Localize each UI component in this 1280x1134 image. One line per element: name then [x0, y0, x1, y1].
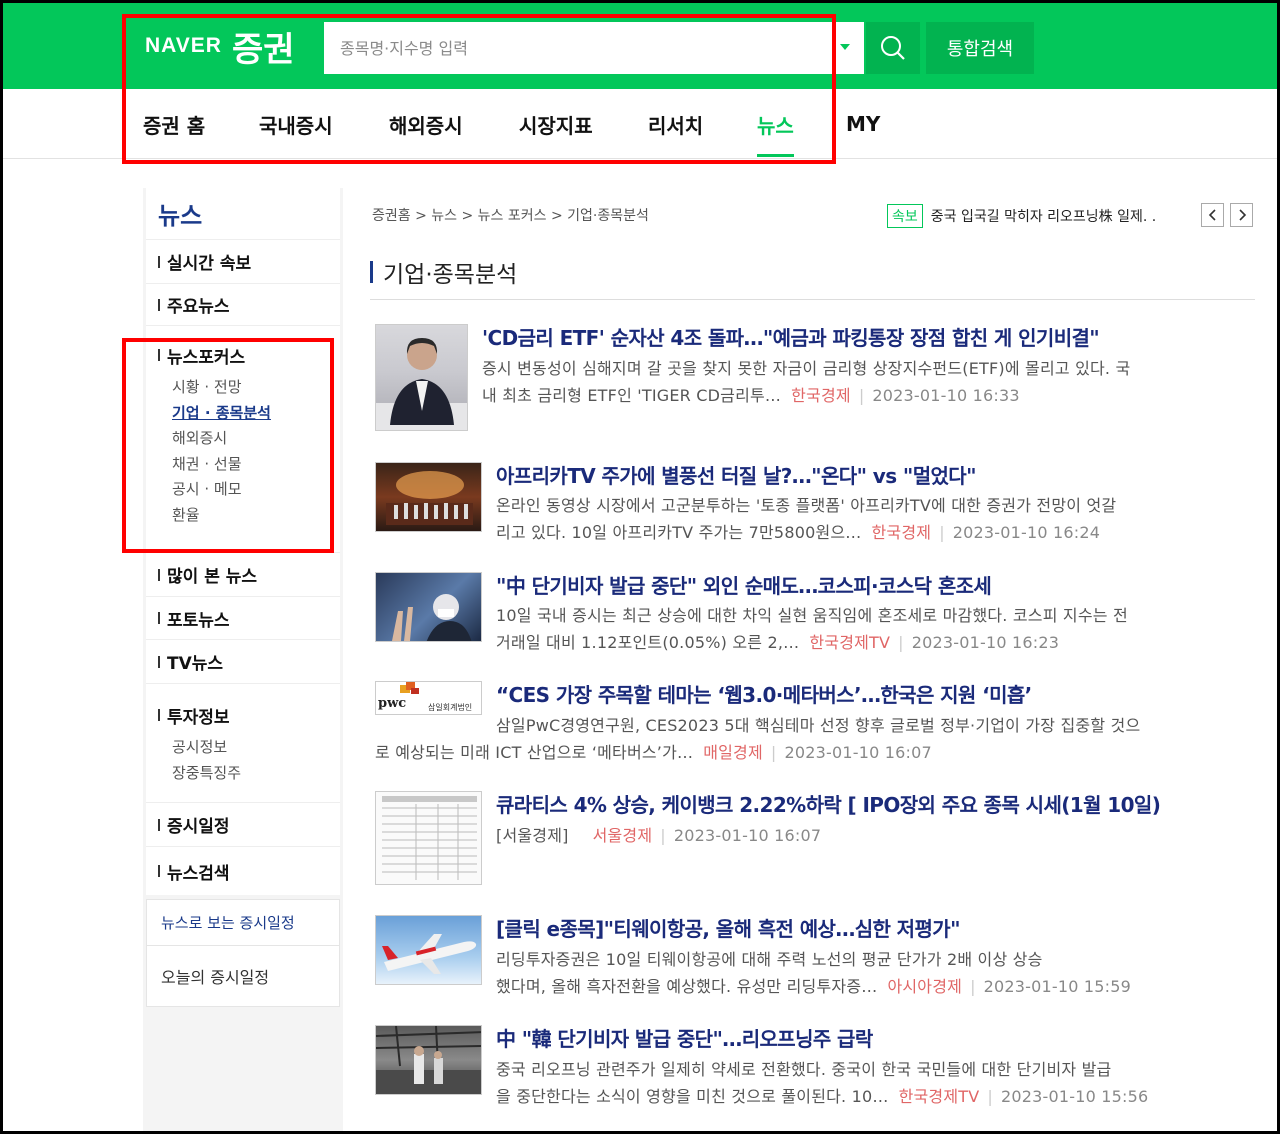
section-title: 기업·종목분석 — [370, 255, 517, 289]
nav-news[interactable]: 뉴스 — [757, 89, 794, 159]
article-summary: 리딩투자증권은 10일 티웨이항공에 대해 주력 노선의 평균 단가가 2배 이… — [496, 946, 1252, 1000]
article-summary-wrap: 로 예상되는 미래 ICT 산업으로 ‘메타버스’가…매일경제|2023-01-… — [375, 739, 1252, 766]
sidebar-item-news-focus[interactable]: 뉴스포커스 — [146, 336, 340, 374]
article-press: 매일경제 — [703, 743, 763, 762]
article-title[interactable]: 큐라티스 4% 상승, 케이뱅크 2.22%하락 [ IPO장외 주요 종목 시… — [496, 789, 1160, 818]
article-summary: 중국 리오프닝 관련주가 일제히 약세로 전환했다. 중국이 한국 국민들에 대… — [496, 1056, 1252, 1110]
article-date: 2023-01-10 15:56 — [1001, 1087, 1148, 1106]
article-thumbnail[interactable] — [375, 1025, 482, 1095]
article-press: 한국경제 — [872, 523, 932, 542]
article-date: 2023-01-10 16:33 — [872, 386, 1019, 405]
naver-stock-logo[interactable]: NAVER 증권 — [145, 24, 295, 68]
main-nav: 증권 홈 국내증시 해외증시 시장지표 리서치 뉴스 MY — [0, 89, 1280, 159]
article-date: 2023-01-10 15:59 — [984, 977, 1131, 996]
article-summary: 증시 변동성이 심해지며 갈 곳을 찾지 못한 자금이 금리형 상장지수펀드(E… — [482, 355, 1252, 409]
pwc-logo-text: pwc — [378, 696, 406, 711]
sidebar-sub-overseas[interactable]: 해외증시 — [146, 425, 340, 451]
article-press: 아시아경제 — [887, 977, 962, 996]
sidebar-item-main-news[interactable]: 주요뉴스 — [146, 284, 340, 326]
logo-service: 증권 — [232, 22, 295, 71]
sidebar-group-invest: 투자정보 공시정보 장중특징주 — [146, 684, 340, 803]
search-icon — [879, 34, 907, 62]
article-title[interactable]: "中 단기비자 발급 중단" 외인 순매도…코스피·코스닥 혼조세 — [496, 570, 991, 599]
article-thumbnail[interactable] — [375, 791, 482, 885]
article-title[interactable]: [클릭 e종목]"티웨이항공, 올해 흑전 예상…심한 저평가" — [496, 913, 960, 942]
article-title[interactable]: 아프리카TV 주가에 별풍선 터질 날?…"온다" vs "멀었다" — [496, 460, 976, 489]
sidebar-sub-exchange[interactable]: 환율 — [146, 502, 340, 528]
sidebar-item-most-viewed[interactable]: 많이 본 뉴스 — [146, 553, 340, 597]
sidebar-item-realtime[interactable]: 실시간 속보 — [146, 240, 340, 284]
search-box — [324, 22, 864, 74]
article-thumbnail[interactable] — [375, 915, 482, 985]
sidebar-sub-bonds[interactable]: 채권 · 선물 — [146, 451, 340, 477]
total-search-button[interactable]: 통합검색 — [926, 22, 1034, 74]
sidebar-item-photo[interactable]: 포토뉴스 — [146, 597, 340, 640]
nav-research[interactable]: 리서치 — [648, 89, 703, 159]
breaking-news: 속보 중국 입국길 막히자 리오프닝株 일제. . — [887, 204, 1185, 228]
top-bar: NAVER 증권 통합검색 — [0, 0, 1280, 89]
logo-brand: NAVER — [145, 34, 222, 58]
nav-my[interactable]: MY — [846, 89, 880, 159]
chevron-right-icon — [1237, 209, 1247, 221]
sidebar-sub-disclosure-info[interactable]: 공시정보 — [146, 734, 340, 760]
sidebar: 뉴스 실시간 속보 주요뉴스 뉴스포커스 시황 · 전망 기업 · 종목분석 해… — [146, 188, 340, 895]
sidebar-group-focus: 뉴스포커스 시황 · 전망 기업 · 종목분석 해외증시 채권 · 선물 공시 … — [146, 326, 340, 553]
chevron-left-icon — [1208, 209, 1218, 221]
breaking-badge: 속보 — [887, 204, 923, 228]
search-button[interactable] — [866, 22, 920, 74]
sidebar-sub-market-outlook[interactable]: 시황 · 전망 — [146, 374, 340, 400]
breaking-headline[interactable]: 중국 입국길 막히자 리오프닝株 일제. . — [931, 206, 1185, 226]
title-divider — [370, 299, 1255, 300]
article-press: 한국경제 — [791, 386, 851, 405]
prev-button[interactable] — [1201, 203, 1224, 227]
article-summary: 삼일PwC경영연구원, CES2023 5대 핵심테마 선정 향후 글로벌 정부… — [496, 712, 1252, 739]
sidebar-item-schedule[interactable]: 증시일정 — [146, 803, 340, 847]
sidebar-title[interactable]: 뉴스 — [146, 188, 340, 240]
article-summary: 온라인 동영상 시장에서 고군분투하는 '토종 플랫폼' 아프리카TV에 대한 … — [496, 492, 1252, 546]
article-title[interactable]: “CES 가장 주목할 테마는 ‘웹3.0·메타버스’…한국은 지원 ‘미흡’ — [496, 679, 1032, 708]
article-date: 2023-01-10 16:23 — [912, 633, 1059, 652]
search-input[interactable] — [324, 22, 832, 74]
sidebar-sub-disclosure[interactable]: 공시 · 메모 — [146, 476, 340, 502]
nav-overseas[interactable]: 해외증시 — [389, 89, 463, 159]
article-date: 2023-01-10 16:07 — [674, 826, 821, 845]
sidebar-sub-company-analysis[interactable]: 기업 · 종목분석 — [146, 400, 340, 426]
sidebar-item-news-search[interactable]: 뉴스검색 — [146, 847, 340, 895]
article-title[interactable]: 'CD금리 ETF' 순자산 4조 돌파…"예금과 파킹통장 장점 합친 게 인… — [482, 322, 1099, 351]
article-summary: 10일 국내 증시는 최근 상승에 대한 차익 실현 움직임에 혼조세로 마감했… — [496, 602, 1252, 656]
sidebar-sub-intraday[interactable]: 장중특징주 — [146, 760, 340, 786]
sidebar-item-tv[interactable]: TV뉴스 — [146, 640, 340, 684]
nav-market-index[interactable]: 시장지표 — [519, 89, 593, 159]
article-thumbnail[interactable]: pwc 삼일회계법인 — [375, 681, 482, 715]
article-press: 한국경제TV — [899, 1087, 980, 1106]
article-press: 한국경제TV — [809, 633, 890, 652]
nav-domestic[interactable]: 국내증시 — [259, 89, 333, 159]
article-thumbnail[interactable] — [375, 462, 482, 532]
article-press: 서울경제 — [593, 826, 653, 845]
article-title[interactable]: 中 "韓 단기비자 발급 중단"…리오프닝주 급락 — [496, 1023, 873, 1052]
nav-stock-home[interactable]: 증권 홈 — [143, 89, 205, 159]
sidebar-item-invest-info[interactable]: 투자정보 — [146, 696, 340, 734]
article-thumbnail[interactable] — [375, 572, 482, 642]
article-thumbnail[interactable] — [375, 324, 468, 431]
today-schedule-link[interactable]: 오늘의 증시일정 — [147, 946, 339, 1006]
article-summary: [서울경제]서울경제|2023-01-10 16:07 — [496, 822, 1252, 849]
schedule-news-link[interactable]: 뉴스로 보는 증시일정 — [147, 900, 339, 946]
article-date: 2023-01-10 16:07 — [784, 743, 931, 762]
article-date: 2023-01-10 16:24 — [953, 523, 1100, 542]
next-button[interactable] — [1230, 203, 1253, 227]
sidebar-schedule-box: 뉴스로 보는 증시일정 오늘의 증시일정 — [146, 899, 340, 1007]
chevron-down-icon[interactable] — [840, 44, 850, 50]
breadcrumb: 증권홈 > 뉴스 > 뉴스 포커스 > 기업·종목분석 — [372, 205, 649, 225]
pwc-logo-sub: 삼일회계법인 — [428, 702, 472, 713]
